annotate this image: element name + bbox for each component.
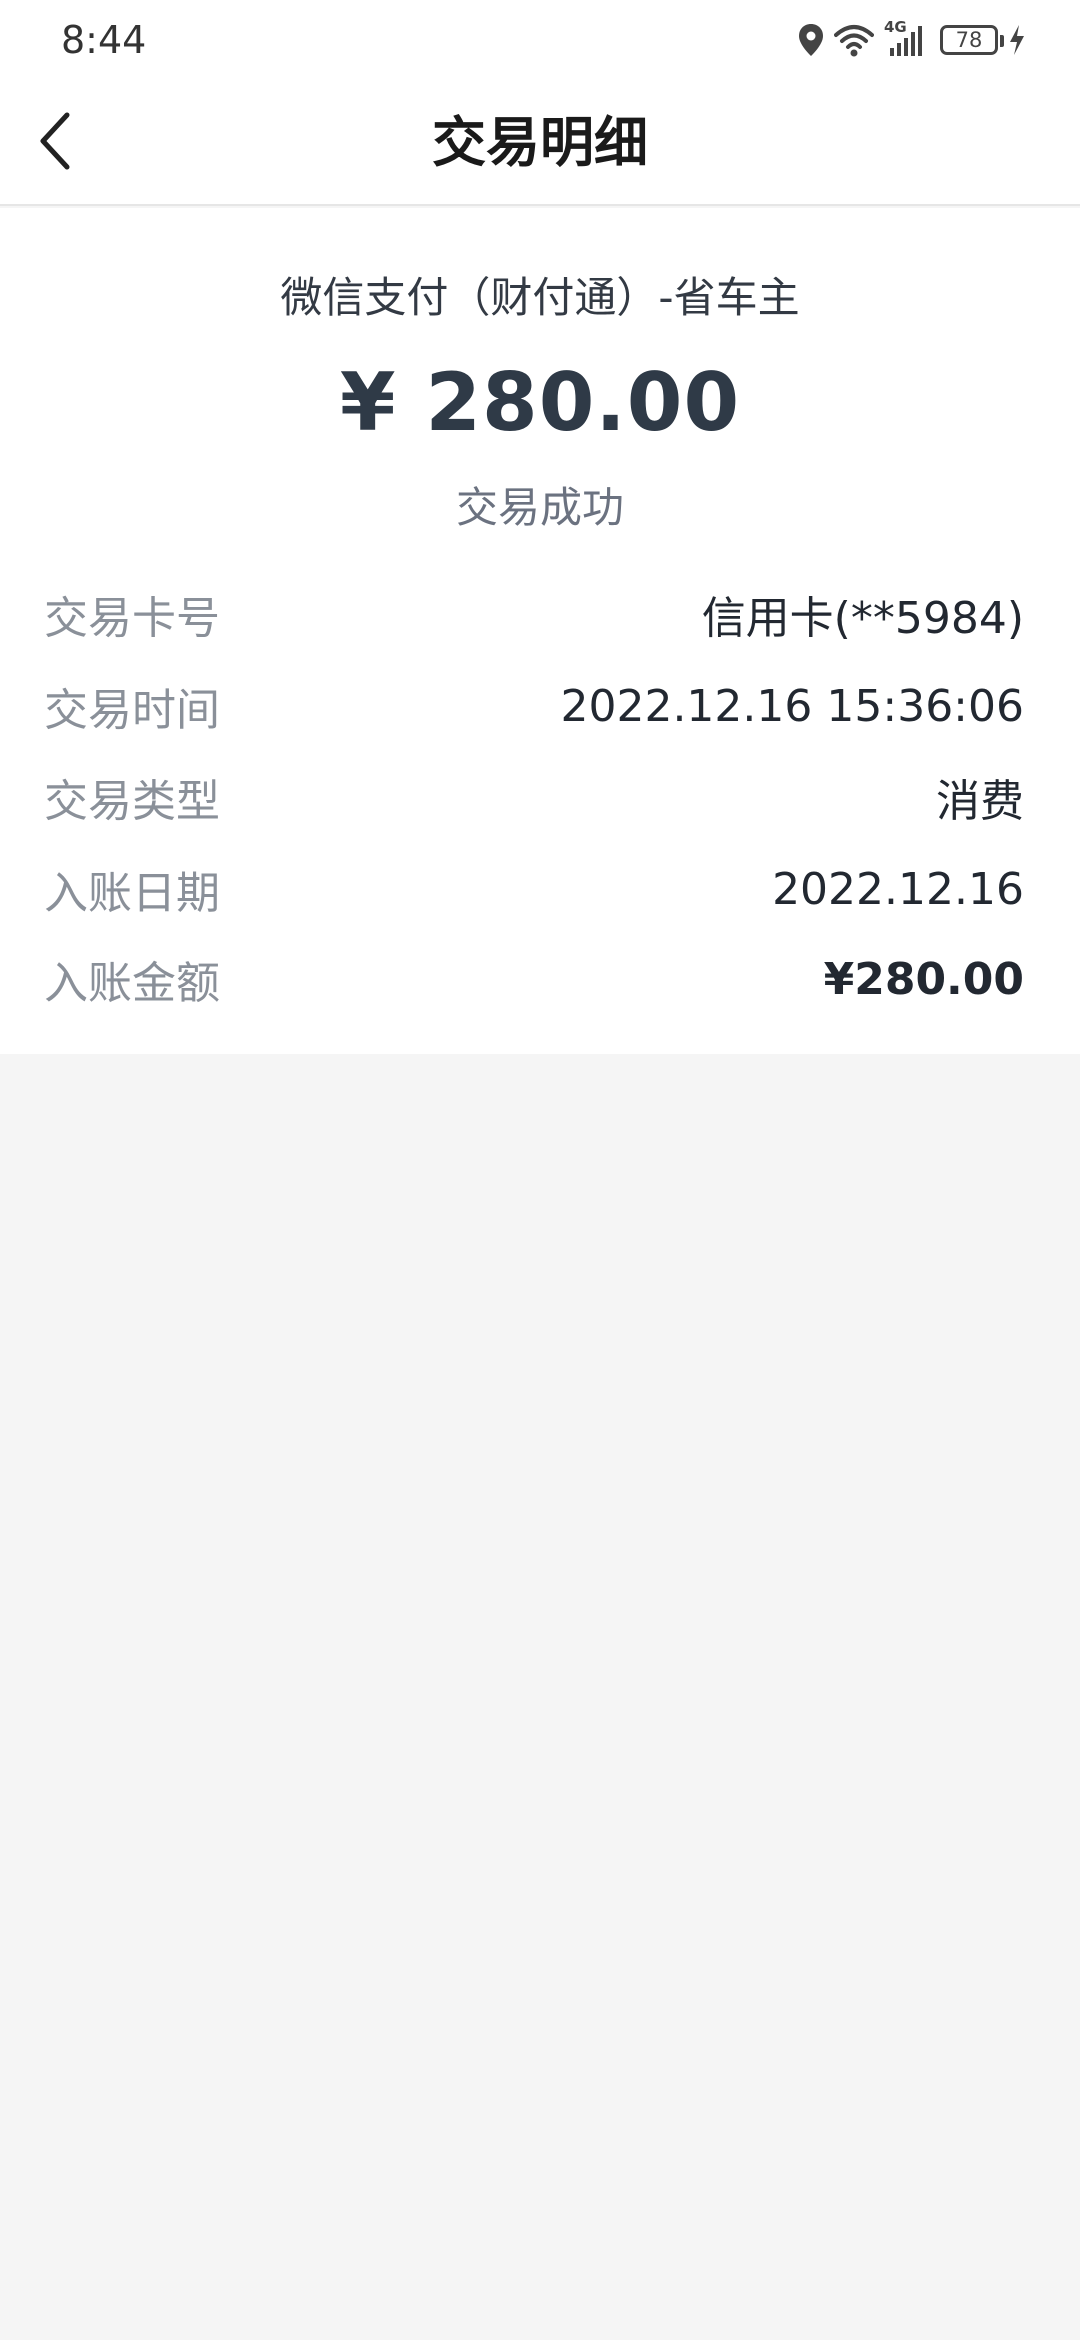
detail-row-posting-date: 入账日期 2022.12.16 [44, 859, 1024, 920]
battery-icon: 78 [940, 25, 1004, 55]
wifi-icon [834, 23, 874, 57]
detail-value: 消费 [936, 776, 1024, 827]
detail-row-card-number: 交易卡号 信用卡(**5984) [44, 584, 1024, 644]
transaction-status: 交易成功 [455, 483, 624, 532]
status-icons: 4G 78 [798, 18, 1026, 60]
status-bar: 8:44 4G 78 [0, 0, 1080, 80]
detail-row-transaction-time: 交易时间 2022.12.16 15:36:06 [44, 676, 1024, 737]
detail-value: 2022.12.16 [772, 863, 1024, 915]
detail-label: 入账日期 [44, 868, 220, 919]
screen: 8:44 4G 78 交易明细 微信支付（财付通）-省车主 ¥ 280.00 交… [0, 0, 1080, 2340]
battery-level: 78 [955, 28, 983, 52]
nav-bar: 交易明细 [0, 80, 1080, 206]
merchant-name: 微信支付（财付通）-省车主 [280, 273, 800, 322]
detail-label: 入账金额 [44, 958, 220, 1009]
signal-icon: 4G [884, 18, 926, 58]
back-button[interactable] [18, 106, 92, 180]
transaction-card: 微信支付（财付通）-省车主 ¥ 280.00 交易成功 交易卡号 信用卡(**5… [0, 208, 1080, 1054]
detail-label: 交易时间 [44, 685, 220, 736]
detail-value: 信用卡(**5984) [701, 593, 1024, 644]
page-title: 交易明细 [432, 111, 648, 174]
chevron-left-icon [35, 111, 75, 175]
location-icon [798, 23, 824, 57]
detail-value: 2022.12.16 15:36:06 [560, 680, 1024, 732]
detail-value: ¥280.00 [823, 953, 1024, 1005]
detail-label: 交易类型 [44, 776, 220, 827]
status-time: 8:44 [61, 18, 147, 62]
transaction-amount: ¥ 280.00 [339, 356, 741, 449]
detail-label: 交易卡号 [44, 593, 220, 644]
detail-row-transaction-type: 交易类型 消费 [44, 767, 1024, 827]
bolt-icon [1008, 24, 1026, 56]
detail-row-posting-amount: 入账金额 ¥280.00 [44, 949, 1024, 1010]
